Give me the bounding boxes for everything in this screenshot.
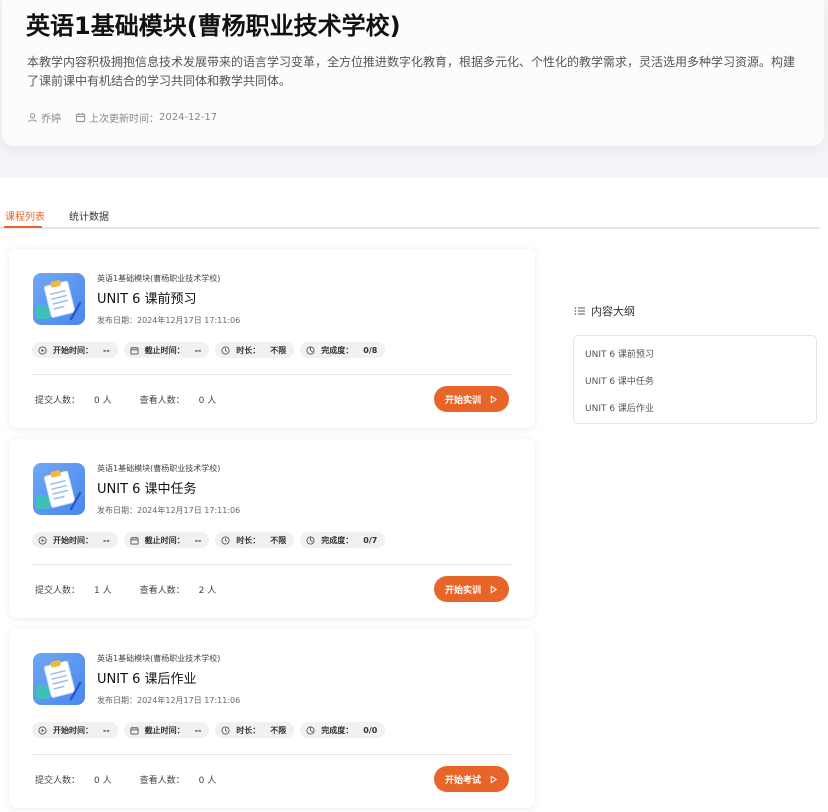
play-triangle-icon bbox=[490, 584, 498, 594]
calendar-icon bbox=[130, 346, 139, 355]
clock-icon bbox=[221, 345, 230, 355]
course-description: 本教学内容积极拥抱信息技术发展带来的语言学习变革，全方位推进数字化教育，根据多元… bbox=[27, 55, 796, 88]
task-publish-date: 发布日期：2024年12月17日 17:11:06 bbox=[97, 696, 241, 705]
calendar-icon bbox=[75, 112, 86, 123]
play-triangle-icon bbox=[490, 394, 498, 404]
task-title[interactable]: UNIT 6 课前预习 bbox=[97, 288, 197, 307]
outline-item[interactable]: UNIT 6 课中任务 bbox=[585, 374, 654, 387]
duration-chip: 时长： 不限 bbox=[215, 722, 295, 738]
task-title[interactable]: UNIT 6 课后作业 bbox=[97, 668, 197, 687]
tab-active-indicator bbox=[4, 226, 42, 228]
submit-count: 提交人数： 0 人 bbox=[35, 776, 112, 786]
task-title[interactable]: UNIT 6 课中任务 bbox=[97, 478, 197, 497]
outline-title: 内容大纲 bbox=[591, 305, 635, 318]
clipboard-icon bbox=[33, 653, 85, 705]
course-header-card: 英语1基础模块(曹杨职业技术学校) 本教学内容积极拥抱信息技术发展带来的语言学习… bbox=[2, 0, 824, 146]
completion-chip: 完成度： 0/7 bbox=[300, 532, 386, 548]
task-course-name: 英语1基础模块(曹杨职业技术学校) bbox=[97, 654, 221, 663]
play-circle-icon bbox=[38, 345, 47, 355]
task-card[interactable]: 英语1基础模块(曹杨职业技术学校) UNIT 6 课中任务 发布日期：2024年… bbox=[9, 439, 535, 618]
task-card[interactable]: 英语1基础模块(曹杨职业技术学校) UNIT 6 课后作业 发布日期：2024年… bbox=[9, 629, 535, 808]
start-time-chip: 开始时间： -- bbox=[32, 532, 118, 548]
task-info-chips: 开始时间： -- 截止时间： -- 时长： 不限 完成度： 0/8 bbox=[32, 342, 391, 358]
updated-label: 上次更新时间： bbox=[89, 114, 159, 125]
calendar-icon bbox=[130, 726, 139, 735]
end-time-chip: 截止时间： -- bbox=[123, 722, 210, 738]
start-time-chip: 开始时间： -- bbox=[32, 342, 118, 358]
end-time-chip: 截止时间： -- bbox=[123, 532, 210, 548]
play-circle-icon bbox=[38, 535, 47, 545]
calendar-icon bbox=[130, 536, 139, 545]
card-divider bbox=[33, 564, 511, 565]
start-training-button[interactable]: 开始实训 bbox=[434, 386, 509, 412]
progress-icon bbox=[306, 535, 315, 545]
submit-count: 提交人数： 0 人 bbox=[35, 396, 112, 406]
tab-statistics[interactable]: 统计数据 bbox=[69, 208, 109, 223]
task-course-name: 英语1基础模块(曹杨职业技术学校) bbox=[97, 274, 221, 283]
task-card[interactable]: 英语1基础模块(曹杨职业技术学校) UNIT 6 课前预习 发布日期：2024年… bbox=[9, 249, 535, 428]
outline-item[interactable]: UNIT 6 课后作业 bbox=[585, 401, 654, 414]
start-time-chip: 开始时间： -- bbox=[32, 722, 118, 738]
course-meta: 乔婷 上次更新时间： 2024-12-17 bbox=[27, 110, 217, 125]
play-circle-icon bbox=[38, 725, 47, 735]
view-count: 查看人数： 0 人 bbox=[139, 776, 217, 786]
duration-chip: 时长： 不限 bbox=[215, 342, 295, 358]
course-author: 乔婷 bbox=[41, 114, 61, 125]
task-counts: 提交人数： 0 人 查看人数： 0 人 bbox=[35, 393, 244, 406]
course-title: 英语1基础模块(曹杨职业技术学校) bbox=[26, 12, 401, 40]
completion-chip: 完成度： 0/8 bbox=[300, 342, 386, 358]
clock-icon bbox=[221, 725, 230, 735]
user-icon bbox=[27, 112, 38, 123]
task-publish-date: 发布日期：2024年12月17日 17:11:06 bbox=[97, 316, 241, 325]
tab-bar: 课程列表 统计数据 bbox=[0, 207, 820, 229]
clipboard-icon bbox=[33, 273, 85, 325]
task-counts: 提交人数： 0 人 查看人数： 0 人 bbox=[35, 773, 244, 786]
clock-icon bbox=[221, 535, 230, 545]
list-icon bbox=[574, 305, 586, 317]
play-triangle-icon bbox=[490, 774, 498, 784]
start-training-button[interactable]: 开始实训 bbox=[434, 576, 509, 602]
card-divider bbox=[33, 754, 511, 755]
progress-icon bbox=[306, 725, 315, 735]
outline-item[interactable]: UNIT 6 课前预习 bbox=[585, 347, 654, 360]
tab-course-list[interactable]: 课程列表 bbox=[5, 208, 45, 223]
task-info-chips: 开始时间： -- 截止时间： -- 时长： 不限 完成度： 0/0 bbox=[32, 722, 391, 738]
progress-icon bbox=[306, 345, 315, 355]
outline-list: UNIT 6 课前预习 UNIT 6 课中任务 UNIT 6 课后作业 bbox=[573, 335, 817, 424]
task-course-name: 英语1基础模块(曹杨职业技术学校) bbox=[97, 464, 221, 473]
duration-chip: 时长： 不限 bbox=[215, 532, 295, 548]
outline-header: 内容大纲 bbox=[574, 303, 635, 319]
task-info-chips: 开始时间： -- 截止时间： -- 时长： 不限 完成度： 0/7 bbox=[32, 532, 391, 548]
submit-count: 提交人数： 1 人 bbox=[35, 586, 112, 596]
view-count: 查看人数： 0 人 bbox=[139, 396, 217, 406]
card-divider bbox=[33, 374, 511, 375]
updated-date: 2024-12-17 bbox=[159, 112, 218, 123]
task-counts: 提交人数： 1 人 查看人数： 2 人 bbox=[35, 583, 244, 596]
start-exam-button[interactable]: 开始考试 bbox=[434, 766, 509, 792]
task-publish-date: 发布日期：2024年12月17日 17:11:06 bbox=[97, 506, 241, 515]
view-count: 查看人数： 2 人 bbox=[139, 586, 217, 596]
end-time-chip: 截止时间： -- bbox=[123, 342, 210, 358]
clipboard-icon bbox=[33, 463, 85, 515]
completion-chip: 完成度： 0/0 bbox=[300, 722, 386, 738]
